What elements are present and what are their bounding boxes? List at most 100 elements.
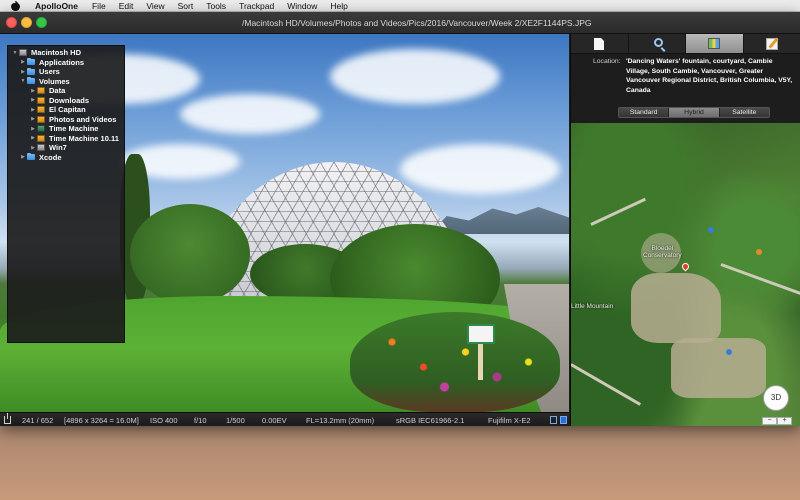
tree-item-label: Time Machine 10.11 <box>49 133 119 143</box>
tree-item-label: Volumes <box>39 76 70 86</box>
zoom-window-button[interactable] <box>36 17 47 28</box>
satellite-map[interactable]: Bloedel Conservatory Little Mountain 3D … <box>571 123 800 426</box>
tree <box>130 204 250 304</box>
garden-sign <box>467 324 495 344</box>
map-type-standard[interactable]: Standard <box>619 108 670 117</box>
map-type-control: Standard Hybrid Satellite <box>618 107 770 118</box>
disclosure-closed-icon[interactable]: ▶ <box>19 69 27 75</box>
tab-edit[interactable] <box>744 34 800 53</box>
tree-item-label: Xcode <box>39 152 62 162</box>
disclosure-closed-icon[interactable]: ▶ <box>29 145 37 151</box>
title-bar[interactable]: /Macintosh HD/Volumes/Photos and Videos/… <box>0 12 800 34</box>
tree-item-users[interactable]: ▶ Users <box>8 67 124 77</box>
menu-app-name[interactable]: ApolloOne <box>35 1 78 11</box>
image-dimensions: [4896 x 3264 = 16.0M] <box>64 416 139 425</box>
zoom-in-button[interactable]: + <box>777 417 792 425</box>
parking-marker-icon[interactable] <box>726 349 732 355</box>
disclosure-closed-icon[interactable]: ▶ <box>29 88 37 94</box>
tree-item-macintosh-hd[interactable]: ▼ Macintosh HD <box>8 48 124 58</box>
map-zoom-control: − + <box>762 417 792 425</box>
folder-icon <box>27 153 35 161</box>
folder-icon <box>27 58 35 66</box>
disclosure-open-icon[interactable]: ▼ <box>19 78 27 84</box>
disclosure-closed-icon[interactable]: ▶ <box>29 97 37 103</box>
focal-length-value: FL=13.2mm (20mm) <box>306 416 375 425</box>
status-bar: 241 / 652 [4896 x 3264 = 16.0M] ISO 400 … <box>0 412 569 426</box>
menu-sort[interactable]: Sort <box>178 1 194 11</box>
disclosure-closed-icon[interactable]: ▶ <box>19 59 27 65</box>
external-drive-icon <box>37 96 45 104</box>
road <box>590 197 647 226</box>
single-view-icon[interactable] <box>550 416 557 424</box>
map-3d-button[interactable]: 3D <box>763 385 789 411</box>
external-drive-icon <box>37 106 45 114</box>
sign-post <box>478 344 483 380</box>
menu-edit[interactable]: Edit <box>119 1 134 11</box>
cloud <box>180 94 320 134</box>
tree-item-volumes[interactable]: ▼ Volumes <box>8 77 124 87</box>
hard-disk-icon <box>37 144 45 152</box>
tree-item-downloads[interactable]: ▶ Downloads <box>8 96 124 106</box>
menu-trackpad[interactable]: Trackpad <box>239 1 274 11</box>
iso-value: ISO 400 <box>150 416 178 425</box>
disclosure-closed-icon[interactable]: ▶ <box>29 135 37 141</box>
menu-help[interactable]: Help <box>330 1 347 11</box>
location-label: Location: <box>593 58 621 65</box>
road <box>720 263 800 297</box>
poi-marker-icon[interactable] <box>756 249 762 255</box>
menu-tools[interactable]: Tools <box>206 1 226 11</box>
tree-item-applications[interactable]: ▶ Applications <box>8 58 124 68</box>
shutter-value: 1/500 <box>226 416 245 425</box>
color-profile-value: sRGB IEC61966-2.1 <box>396 416 465 425</box>
folder-tree-panel: ▼ Macintosh HD ▶ Applications ▶ Users ▼ … <box>7 45 125 343</box>
map-icon <box>708 38 720 49</box>
menu-window[interactable]: Window <box>287 1 317 11</box>
menu-view[interactable]: View <box>146 1 164 11</box>
tab-map[interactable] <box>686 34 744 53</box>
apple-icon[interactable] <box>11 0 20 11</box>
disclosure-closed-icon[interactable]: ▶ <box>29 107 37 113</box>
inspector-tabs <box>571 34 800 54</box>
map-type-satellite[interactable]: Satellite <box>719 108 769 117</box>
exposure-value: 0.00EV <box>262 416 287 425</box>
plaza-area <box>631 273 721 343</box>
pencil-icon <box>765 38 778 50</box>
document-icon <box>594 38 604 50</box>
disclosure-closed-icon[interactable]: ▶ <box>19 154 27 160</box>
external-drive-icon <box>37 115 45 123</box>
disclosure-open-icon[interactable]: ▼ <box>11 50 19 56</box>
tree-item-win7[interactable]: ▶ Win7 <box>8 143 124 153</box>
cloud <box>400 144 560 194</box>
folder-icon <box>27 77 35 85</box>
window-title: /Macintosh HD/Volumes/Photos and Videos/… <box>242 18 592 28</box>
disclosure-closed-icon[interactable]: ▶ <box>29 126 37 132</box>
map-label-mountain: Little Mountain <box>571 303 614 310</box>
split-view-icon[interactable] <box>560 416 567 424</box>
location-pin-icon[interactable] <box>680 261 691 272</box>
zoom-out-button[interactable]: − <box>762 417 777 425</box>
cloud <box>330 49 500 104</box>
tree-item-label: Users <box>39 67 60 77</box>
tree-item-label: Macintosh HD <box>31 48 82 58</box>
external-drive-icon <box>37 87 45 95</box>
tree-item-label: Win7 <box>49 143 67 153</box>
inspector-panel: Location: 'Dancing Waters' fountain, cou… <box>570 34 800 426</box>
tab-info[interactable] <box>571 34 629 53</box>
disclosure-closed-icon[interactable]: ▶ <box>29 116 37 122</box>
map-type-hybrid[interactable]: Hybrid <box>669 108 720 117</box>
hard-disk-icon <box>19 49 27 57</box>
tree-item-xcode[interactable]: ▶ Xcode <box>8 153 124 163</box>
menu-file[interactable]: File <box>92 1 106 11</box>
poi-marker-icon[interactable] <box>708 227 714 233</box>
parking-area <box>671 338 766 398</box>
tree-item-el-capitan[interactable]: ▶ El Capitan <box>8 105 124 115</box>
tree-item-time-machine[interactable]: ▶ Time Machine <box>8 124 124 134</box>
tree-item-photos-and-videos[interactable]: ▶ Photos and Videos <box>8 115 124 125</box>
tree-item-label: Downloads <box>49 95 90 105</box>
tree-item-data[interactable]: ▶ Data <box>8 86 124 96</box>
close-window-button[interactable] <box>6 17 17 28</box>
share-icon[interactable] <box>4 413 11 424</box>
tab-search[interactable] <box>629 34 686 53</box>
tree-item-time-machine-10-11[interactable]: ▶ Time Machine 10.11 <box>8 134 124 144</box>
minimize-window-button[interactable] <box>21 17 32 28</box>
